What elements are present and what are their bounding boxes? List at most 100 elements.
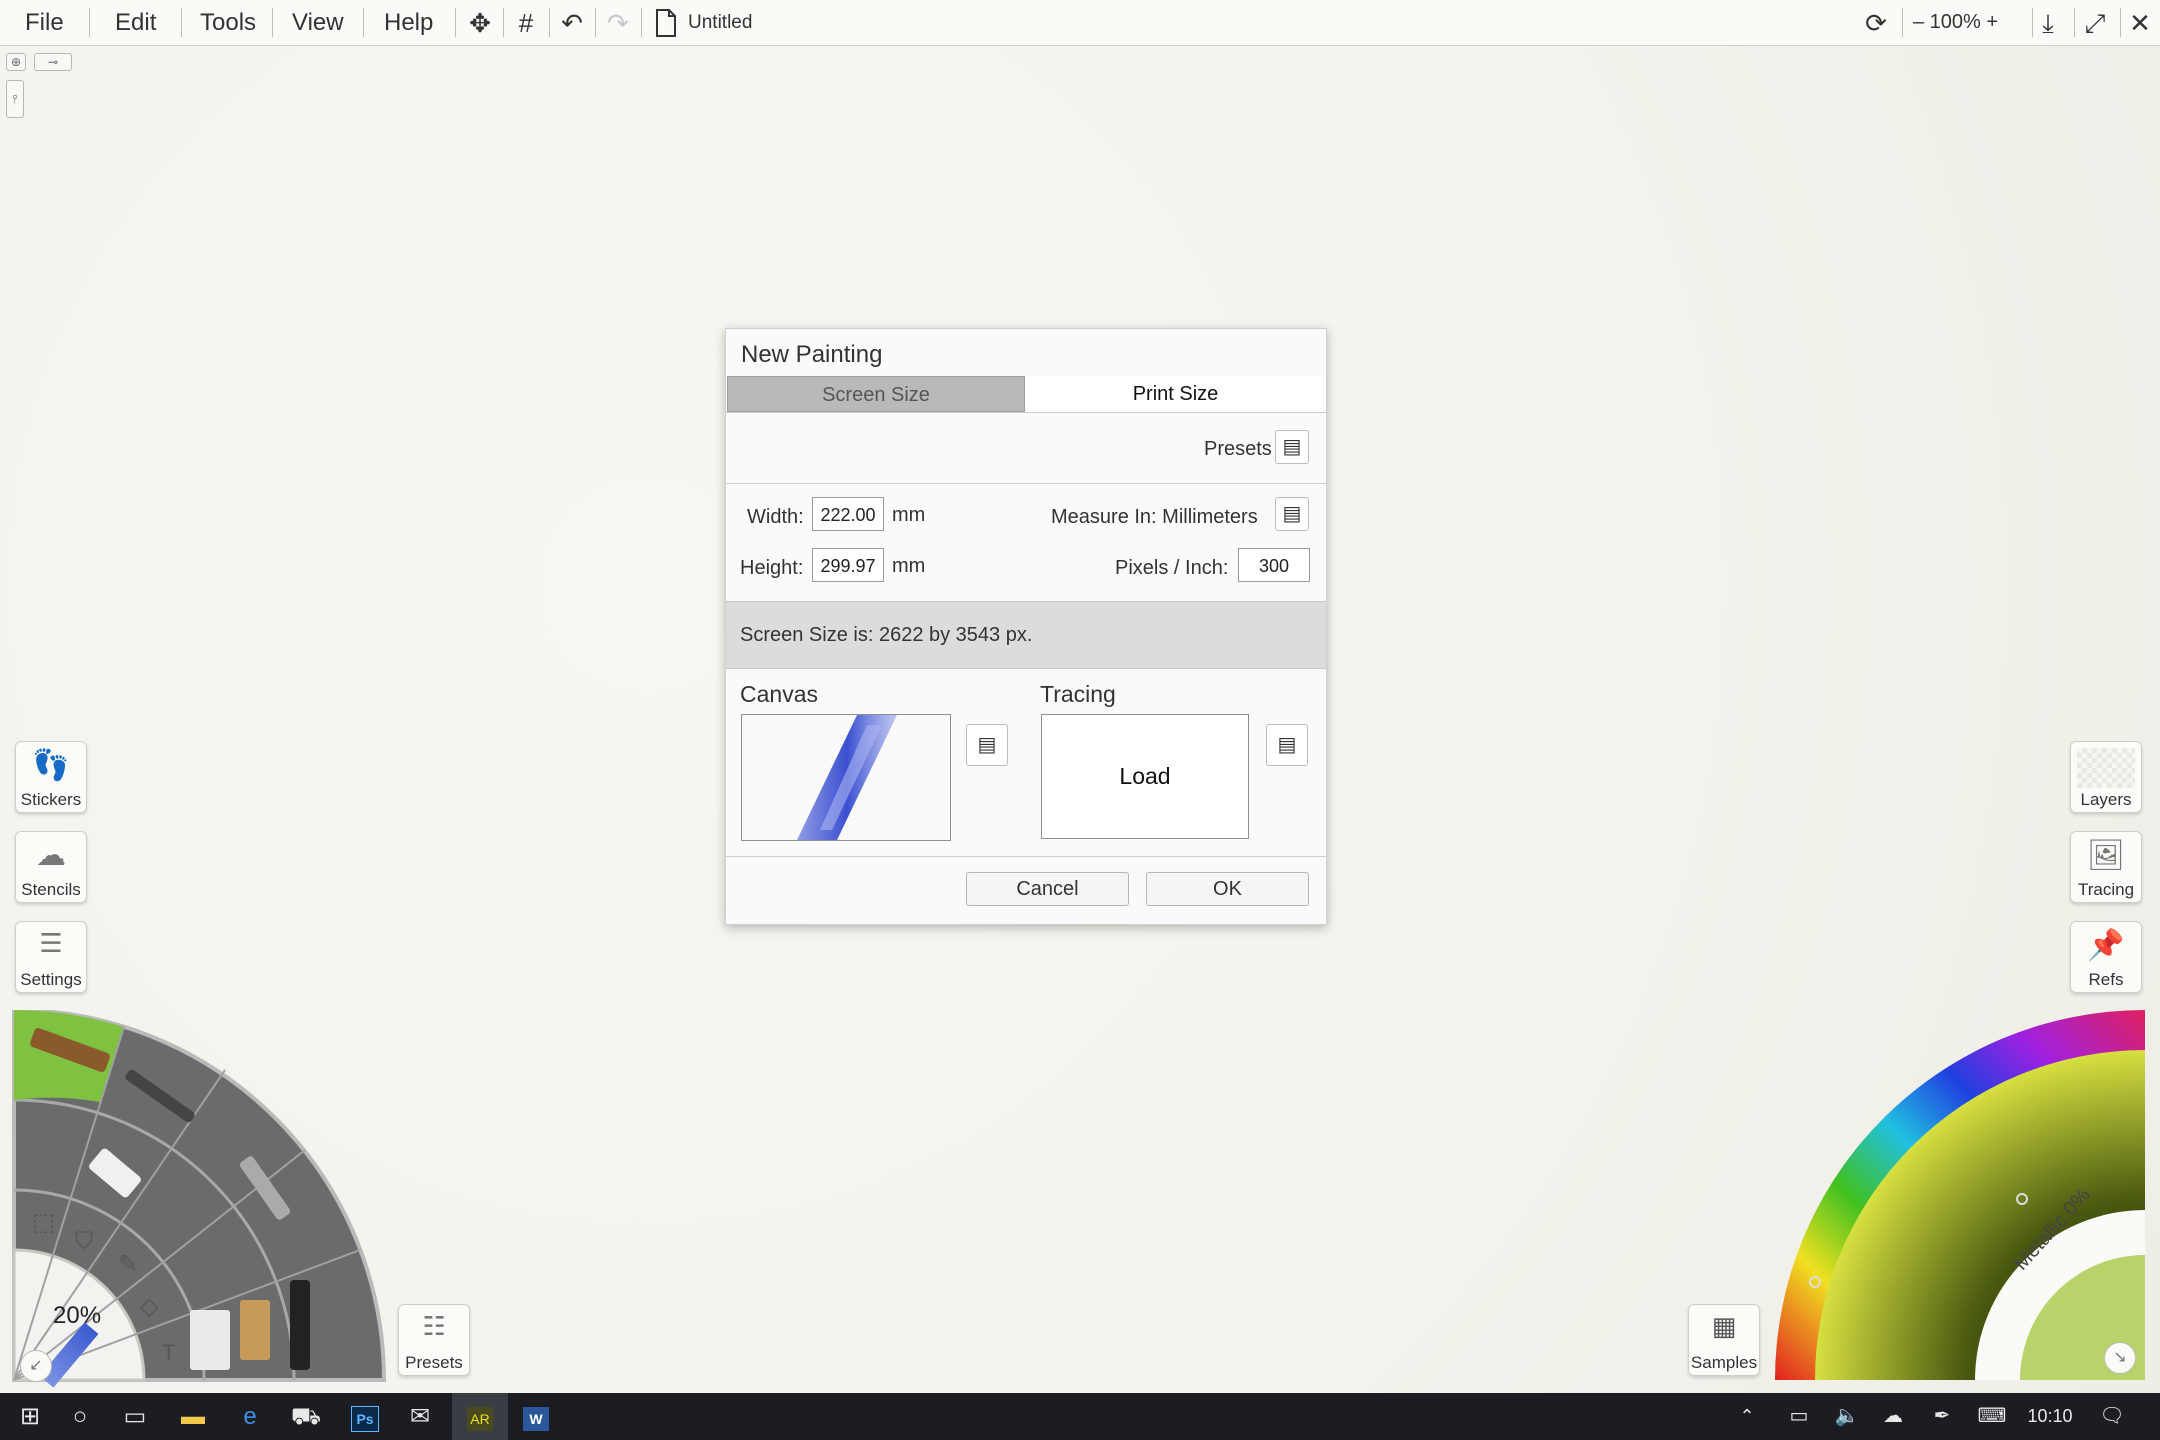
tracing-panel-label: Tracing — [2071, 880, 2141, 900]
pushpin-icon: 📌 — [2071, 928, 2141, 963]
store-icon[interactable]: ⛟ — [286, 1393, 326, 1440]
keyboard-icon[interactable]: ⌨ — [1972, 1393, 2012, 1440]
zoom-control[interactable]: – 100% + — [1913, 0, 1998, 45]
pen-icon[interactable]: ✒ — [1925, 1393, 1959, 1440]
undo-icon[interactable]: ↶ — [557, 6, 587, 40]
windows-start-icon[interactable]: ⊞ — [10, 1393, 50, 1440]
file-explorer-icon[interactable]: ▬ — [173, 1393, 213, 1440]
width-unit: mm — [892, 504, 925, 527]
mail-icon[interactable]: ✉ — [400, 1393, 440, 1440]
horizontal-slider-icon[interactable]: ⊸ — [34, 53, 72, 71]
tab-screen-size[interactable]: Screen Size — [727, 376, 1025, 412]
samples-label: Samples — [1689, 1353, 1759, 1373]
document-icon — [651, 6, 681, 40]
close-icon[interactable]: ✕ — [2123, 6, 2157, 40]
color-wheel[interactable] — [1775, 1010, 2160, 1393]
screen-size-text: Screen Size is: 2622 by 3543 px. — [740, 624, 1032, 647]
samples-button[interactable]: ▦ Samples — [1688, 1304, 1760, 1376]
menu-separator — [89, 8, 90, 37]
document-title: Untitled — [688, 0, 752, 45]
eraser-icon[interactable]: ◇ — [140, 1292, 158, 1321]
menu-edit[interactable]: Edit — [115, 0, 156, 45]
presets-label: Presets — [1204, 438, 1272, 461]
settings-button[interactable]: ☰ Settings — [15, 921, 87, 993]
volume-icon[interactable]: 🔈 — [1830, 1393, 1864, 1440]
download-icon[interactable]: ⤓ — [2030, 6, 2066, 40]
pin-icon[interactable]: ⊕ — [6, 53, 26, 71]
tool-wheel[interactable] — [0, 1010, 400, 1393]
notification-icon[interactable]: 🗨 — [2095, 1393, 2129, 1440]
footprint-icon: 👣 — [16, 748, 86, 783]
width-label: Width: — [747, 506, 804, 529]
stickers-button[interactable]: 👣 Stickers — [15, 741, 87, 813]
refs-label: Refs — [2071, 970, 2141, 990]
settings-label: Settings — [16, 970, 86, 990]
canvas-label: Canvas — [740, 681, 818, 708]
height-label: Height: — [740, 557, 803, 580]
menu-file[interactable]: File — [25, 0, 64, 45]
tracing-label: Tracing — [1040, 681, 1116, 708]
brush-size-readout: 20% — [53, 1302, 101, 1330]
height-unit: mm — [892, 555, 925, 578]
menu-bar: File Edit Tools View Help ✥ # ↶ ↷ Untitl… — [0, 0, 2160, 46]
onedrive-cloud-icon[interactable]: ☁ — [1876, 1393, 1910, 1440]
stencils-button[interactable]: ☁ Stencils — [15, 831, 87, 903]
pixels-per-inch-field[interactable]: 300 — [1238, 548, 1310, 582]
artrage-app-icon[interactable]: AR — [452, 1393, 508, 1440]
measure-list-icon[interactable]: ▤ — [1275, 497, 1309, 531]
menu-separator — [549, 8, 550, 37]
menu-separator — [272, 8, 273, 37]
task-view-icon[interactable]: ▭ — [115, 1393, 155, 1440]
presets-list-icon[interactable]: ▤ — [1275, 430, 1309, 464]
canvas-list-icon[interactable]: ▤ — [966, 724, 1008, 766]
tracing-load-button[interactable]: Load — [1041, 714, 1249, 839]
refs-button[interactable]: 📌 Refs — [2070, 921, 2142, 993]
move-canvas-icon[interactable]: ✥ — [465, 6, 495, 40]
ok-button[interactable]: OK — [1146, 872, 1309, 906]
menu-separator — [363, 8, 364, 37]
word-icon[interactable]: W — [516, 1393, 556, 1440]
selection-icon[interactable]: ⬚ — [32, 1208, 55, 1237]
menu-separator — [1902, 8, 1903, 37]
search-circle-icon[interactable]: ○ — [60, 1393, 100, 1440]
fill-bucket-icon[interactable]: ⛉ — [75, 1228, 93, 1256]
photoshop-icon[interactable]: Ps — [345, 1393, 385, 1440]
vertical-slider-icon[interactable]: ⫯ — [6, 80, 24, 118]
width-field[interactable]: 222.00 — [812, 497, 884, 531]
tracing-button[interactable]: 🖼 Tracing — [2070, 831, 2142, 903]
text-tool-icon[interactable]: T — [162, 1340, 175, 1366]
menu-separator — [181, 8, 182, 37]
tracing-list-icon[interactable]: ▤ — [1266, 724, 1308, 766]
edge-browser-icon[interactable]: e — [230, 1393, 270, 1440]
layers-button[interactable]: Layers — [2070, 741, 2142, 813]
cancel-button[interactable]: Cancel — [966, 872, 1129, 906]
rotate-canvas-icon[interactable]: ⟳ — [1858, 6, 1894, 40]
stencil-icon: ☁ — [16, 838, 86, 873]
height-field[interactable]: 299.97 — [812, 548, 884, 582]
menu-help[interactable]: Help — [384, 0, 433, 45]
layers-label: Layers — [2071, 790, 2141, 810]
menu-view[interactable]: View — [292, 0, 344, 45]
canvas-texture-preview[interactable] — [741, 714, 951, 841]
clock[interactable]: 10:10 — [2022, 1393, 2078, 1440]
eyedropper-icon[interactable]: ✎ — [118, 1250, 138, 1279]
divider — [726, 483, 1326, 484]
menu-separator — [503, 8, 504, 37]
presets-icon: ☷ — [399, 1311, 469, 1342]
grid-icon[interactable]: # — [511, 6, 541, 40]
fullscreen-icon[interactable]: ⤢ — [2077, 6, 2113, 40]
tracing-icon: 🖼 — [2071, 838, 2141, 873]
expand-handle-icon[interactable]: ↘ — [2104, 1342, 2136, 1374]
pixels-per-inch-label: Pixels / Inch: — [1115, 557, 1228, 580]
menu-separator — [641, 8, 642, 37]
measure-in-label: Measure In: Millimeters — [1051, 506, 1258, 529]
battery-icon[interactable]: ▭ — [1782, 1393, 1816, 1440]
chevron-up-icon[interactable]: ⌃ — [1732, 1393, 1762, 1440]
presets-button[interactable]: ☷ Presets — [398, 1304, 470, 1376]
tab-print-size[interactable]: Print Size — [1026, 376, 1325, 412]
menu-tools[interactable]: Tools — [200, 0, 256, 45]
menu-separator — [595, 8, 596, 37]
redo-icon[interactable]: ↷ — [603, 6, 633, 40]
presets-label: Presets — [399, 1353, 469, 1373]
resize-handle-icon[interactable]: ↙ — [20, 1350, 52, 1382]
